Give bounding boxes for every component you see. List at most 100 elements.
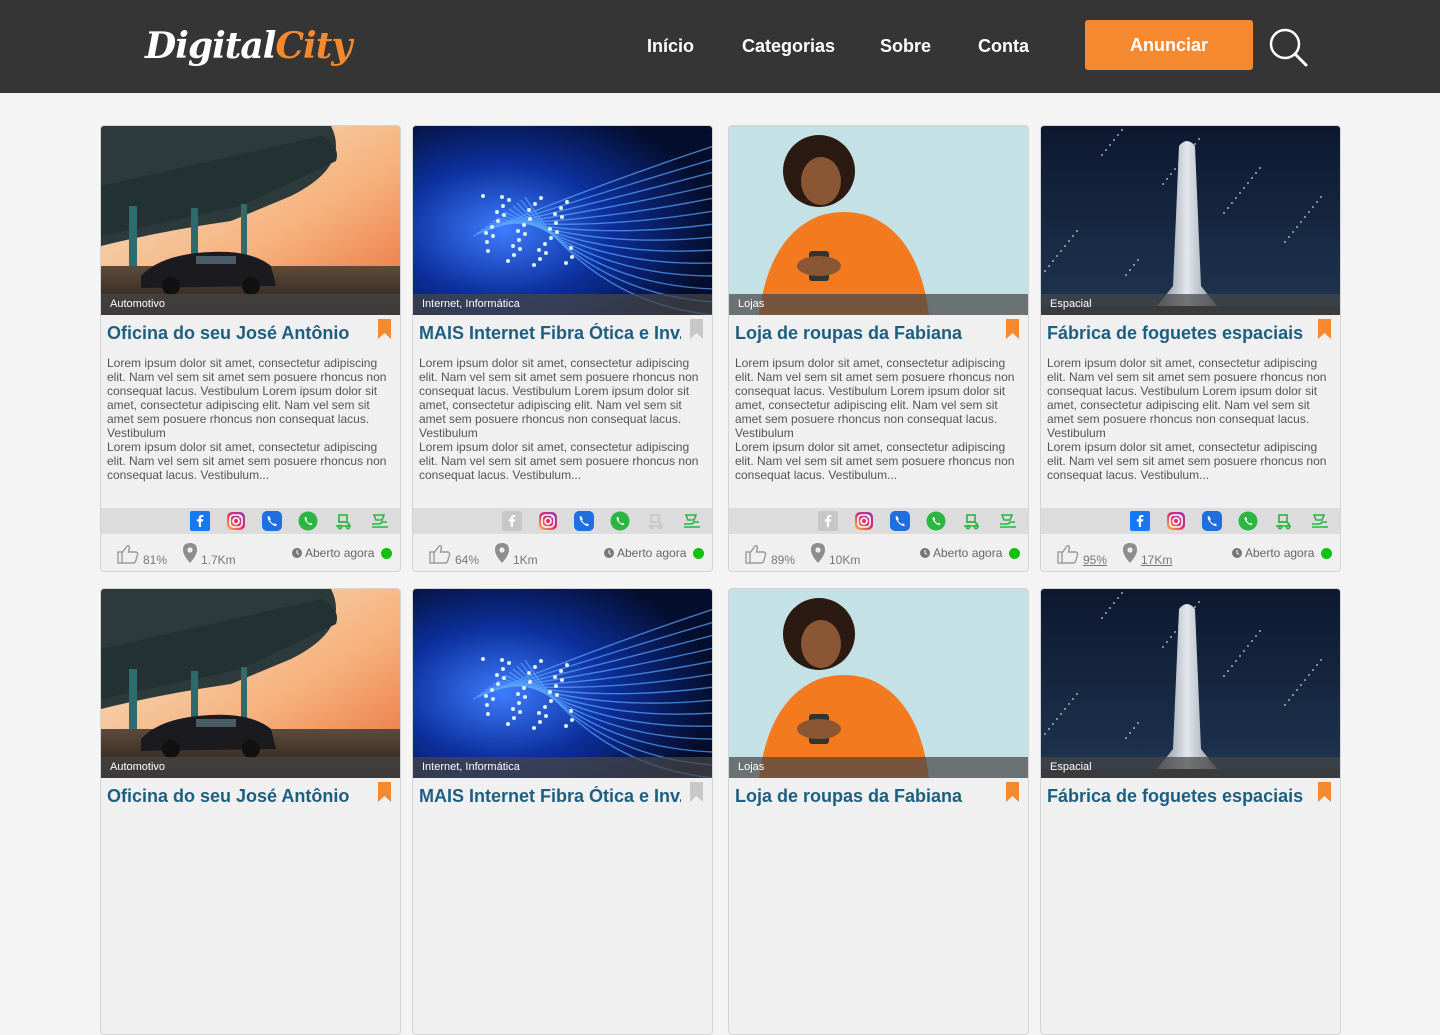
open-status-dot	[693, 548, 704, 559]
nav-sobre-label[interactable]: Sobre	[880, 36, 931, 57]
thumbs-up-icon[interactable]	[745, 544, 767, 564]
instagram-icon[interactable]	[854, 511, 874, 531]
distance-value: 17Km	[1141, 553, 1173, 567]
location-pin-icon	[1123, 543, 1137, 563]
listing-title[interactable]: Fábrica de foguetes espaciais	[1047, 786, 1309, 807]
viber-icon[interactable]	[1202, 511, 1222, 531]
listing-card[interactable]: Automotivo Oficina do seu José Antônio	[100, 588, 401, 1035]
logo[interactable]: DigitalCity	[145, 24, 352, 68]
distance-value: 1.7Km	[201, 553, 236, 567]
whatsapp-icon[interactable]	[610, 511, 630, 531]
delivery-icon[interactable]	[1274, 511, 1294, 531]
whatsapp-icon[interactable]	[1238, 511, 1258, 531]
listing-footer: 64% 1Km Aberto agora	[413, 538, 712, 570]
listing-description: Lorem ipsum dolor sit amet, consectetur …	[107, 356, 395, 482]
instagram-icon[interactable]	[538, 511, 558, 531]
logo-city-text: City	[275, 25, 352, 67]
category-label: Lojas	[729, 294, 1028, 315]
listing-image[interactable]	[101, 126, 400, 315]
listing-title[interactable]: Oficina do seu José Antônio	[107, 786, 369, 807]
nav-categorias-label[interactable]: Categorias	[742, 36, 835, 57]
anunciar-button[interactable]: Anunciar	[1085, 20, 1253, 70]
open-status-dot	[1321, 548, 1332, 559]
listing-image[interactable]	[1041, 589, 1340, 778]
viber-icon[interactable]	[574, 511, 594, 531]
instagram-icon[interactable]	[1166, 511, 1186, 531]
delivery-icon[interactable]	[962, 511, 982, 531]
bookmark-icon[interactable]	[1006, 782, 1019, 802]
clock-icon	[1232, 548, 1242, 558]
open-status-dot	[1009, 548, 1020, 559]
category-label: Automotivo	[101, 294, 400, 315]
listing-card[interactable]: Internet, Informática MAIS Internet Fibra…	[412, 125, 713, 572]
facebook-icon[interactable]	[818, 511, 838, 531]
bookmark-icon[interactable]	[1318, 319, 1331, 339]
takeout-icon[interactable]	[1310, 511, 1330, 531]
nav-conta-label[interactable]: Conta	[978, 36, 1029, 57]
thumbs-up-icon[interactable]	[429, 544, 451, 564]
rating-percent: 95%	[1083, 553, 1108, 567]
description-paragraph: Lorem ipsum dolor sit amet, consectetur …	[419, 356, 699, 440]
takeout-icon[interactable]	[998, 511, 1018, 531]
delivery-icon[interactable]	[646, 511, 666, 531]
listing-image[interactable]	[101, 589, 400, 778]
listing-image[interactable]	[729, 589, 1028, 778]
listing-card[interactable]: Lojas Loja de roupas da Fabiana	[728, 588, 1029, 1035]
facebook-icon[interactable]	[1130, 511, 1150, 531]
bookmark-icon[interactable]	[690, 782, 703, 802]
location-pin-icon	[183, 543, 197, 563]
takeout-icon[interactable]	[370, 511, 390, 531]
thumbs-up-icon[interactable]	[117, 544, 139, 564]
listing-title[interactable]: Loja de roupas da Fabiana	[735, 786, 997, 807]
contact-bar	[729, 508, 1028, 534]
description-paragraph: Lorem ipsum dolor sit amet, consectetur …	[1047, 440, 1327, 482]
listing-title[interactable]: MAIS Internet Fibra Ótica e Inv...	[419, 786, 681, 807]
listing-footer: 81% 1.7Km Aberto agora	[101, 538, 400, 570]
facebook-icon[interactable]	[190, 511, 210, 531]
bookmark-icon[interactable]	[1006, 319, 1019, 339]
location-pin-icon	[495, 543, 509, 563]
facebook-icon[interactable]	[502, 511, 522, 531]
listing-image[interactable]	[1041, 126, 1340, 315]
description-paragraph: Lorem ipsum dolor sit amet, consectetur …	[107, 356, 387, 440]
listing-description: Lorem ipsum dolor sit amet, consectetur …	[1047, 356, 1335, 482]
category-label: Lojas	[729, 757, 1028, 778]
nav-conta[interactable]: Conta	[978, 0, 1029, 93]
listing-image[interactable]	[413, 589, 712, 778]
bookmark-icon[interactable]	[378, 319, 391, 339]
listing-footer: 89% 10Km Aberto agora	[729, 538, 1028, 570]
listing-image[interactable]	[729, 126, 1028, 315]
nav-inicio-label[interactable]: Início	[647, 36, 694, 57]
nav-categorias[interactable]: Categorias	[742, 0, 835, 93]
opening-status: Aberto agora	[305, 546, 375, 560]
whatsapp-icon[interactable]	[926, 511, 946, 531]
delivery-icon[interactable]	[334, 511, 354, 531]
category-label: Espacial	[1041, 757, 1340, 778]
bookmark-icon[interactable]	[690, 319, 703, 339]
listing-card[interactable]: Espacial Fábrica de foguetes espaciais	[1040, 588, 1341, 1035]
listing-card[interactable]: Lojas Loja de roupas da Fabiana Lorem ipsu…	[728, 125, 1029, 572]
thumbs-up-icon[interactable]	[1057, 544, 1079, 564]
listing-title[interactable]: Fábrica de foguetes espaciais	[1047, 323, 1309, 344]
rating-percent: 89%	[771, 553, 796, 567]
instagram-icon[interactable]	[226, 511, 246, 531]
nav-inicio[interactable]: Início	[647, 0, 694, 93]
whatsapp-icon[interactable]	[298, 511, 318, 531]
nav-sobre[interactable]: Sobre	[880, 0, 931, 93]
listing-title[interactable]: MAIS Internet Fibra Ótica e Inv...	[419, 323, 681, 344]
takeout-icon[interactable]	[682, 511, 702, 531]
clock-icon	[920, 548, 930, 558]
viber-icon[interactable]	[262, 511, 282, 531]
listing-title[interactable]: Loja de roupas da Fabiana	[735, 323, 997, 344]
listing-title[interactable]: Oficina do seu José Antônio	[107, 323, 369, 344]
listing-image[interactable]	[413, 126, 712, 315]
search-icon[interactable]	[1268, 27, 1308, 67]
viber-icon[interactable]	[890, 511, 910, 531]
bookmark-icon[interactable]	[1318, 782, 1331, 802]
listing-card[interactable]: Automotivo Oficina do seu José Antônio Lor…	[100, 125, 401, 572]
listing-footer: 95% 17Km Aberto agora	[1041, 538, 1340, 570]
listing-card[interactable]: Espacial Fábrica de foguetes espaciais Lor…	[1040, 125, 1341, 572]
description-paragraph: Lorem ipsum dolor sit amet, consectetur …	[107, 440, 387, 482]
listing-card[interactable]: Internet, Informática MAIS Internet Fibra…	[412, 588, 713, 1035]
bookmark-icon[interactable]	[378, 782, 391, 802]
